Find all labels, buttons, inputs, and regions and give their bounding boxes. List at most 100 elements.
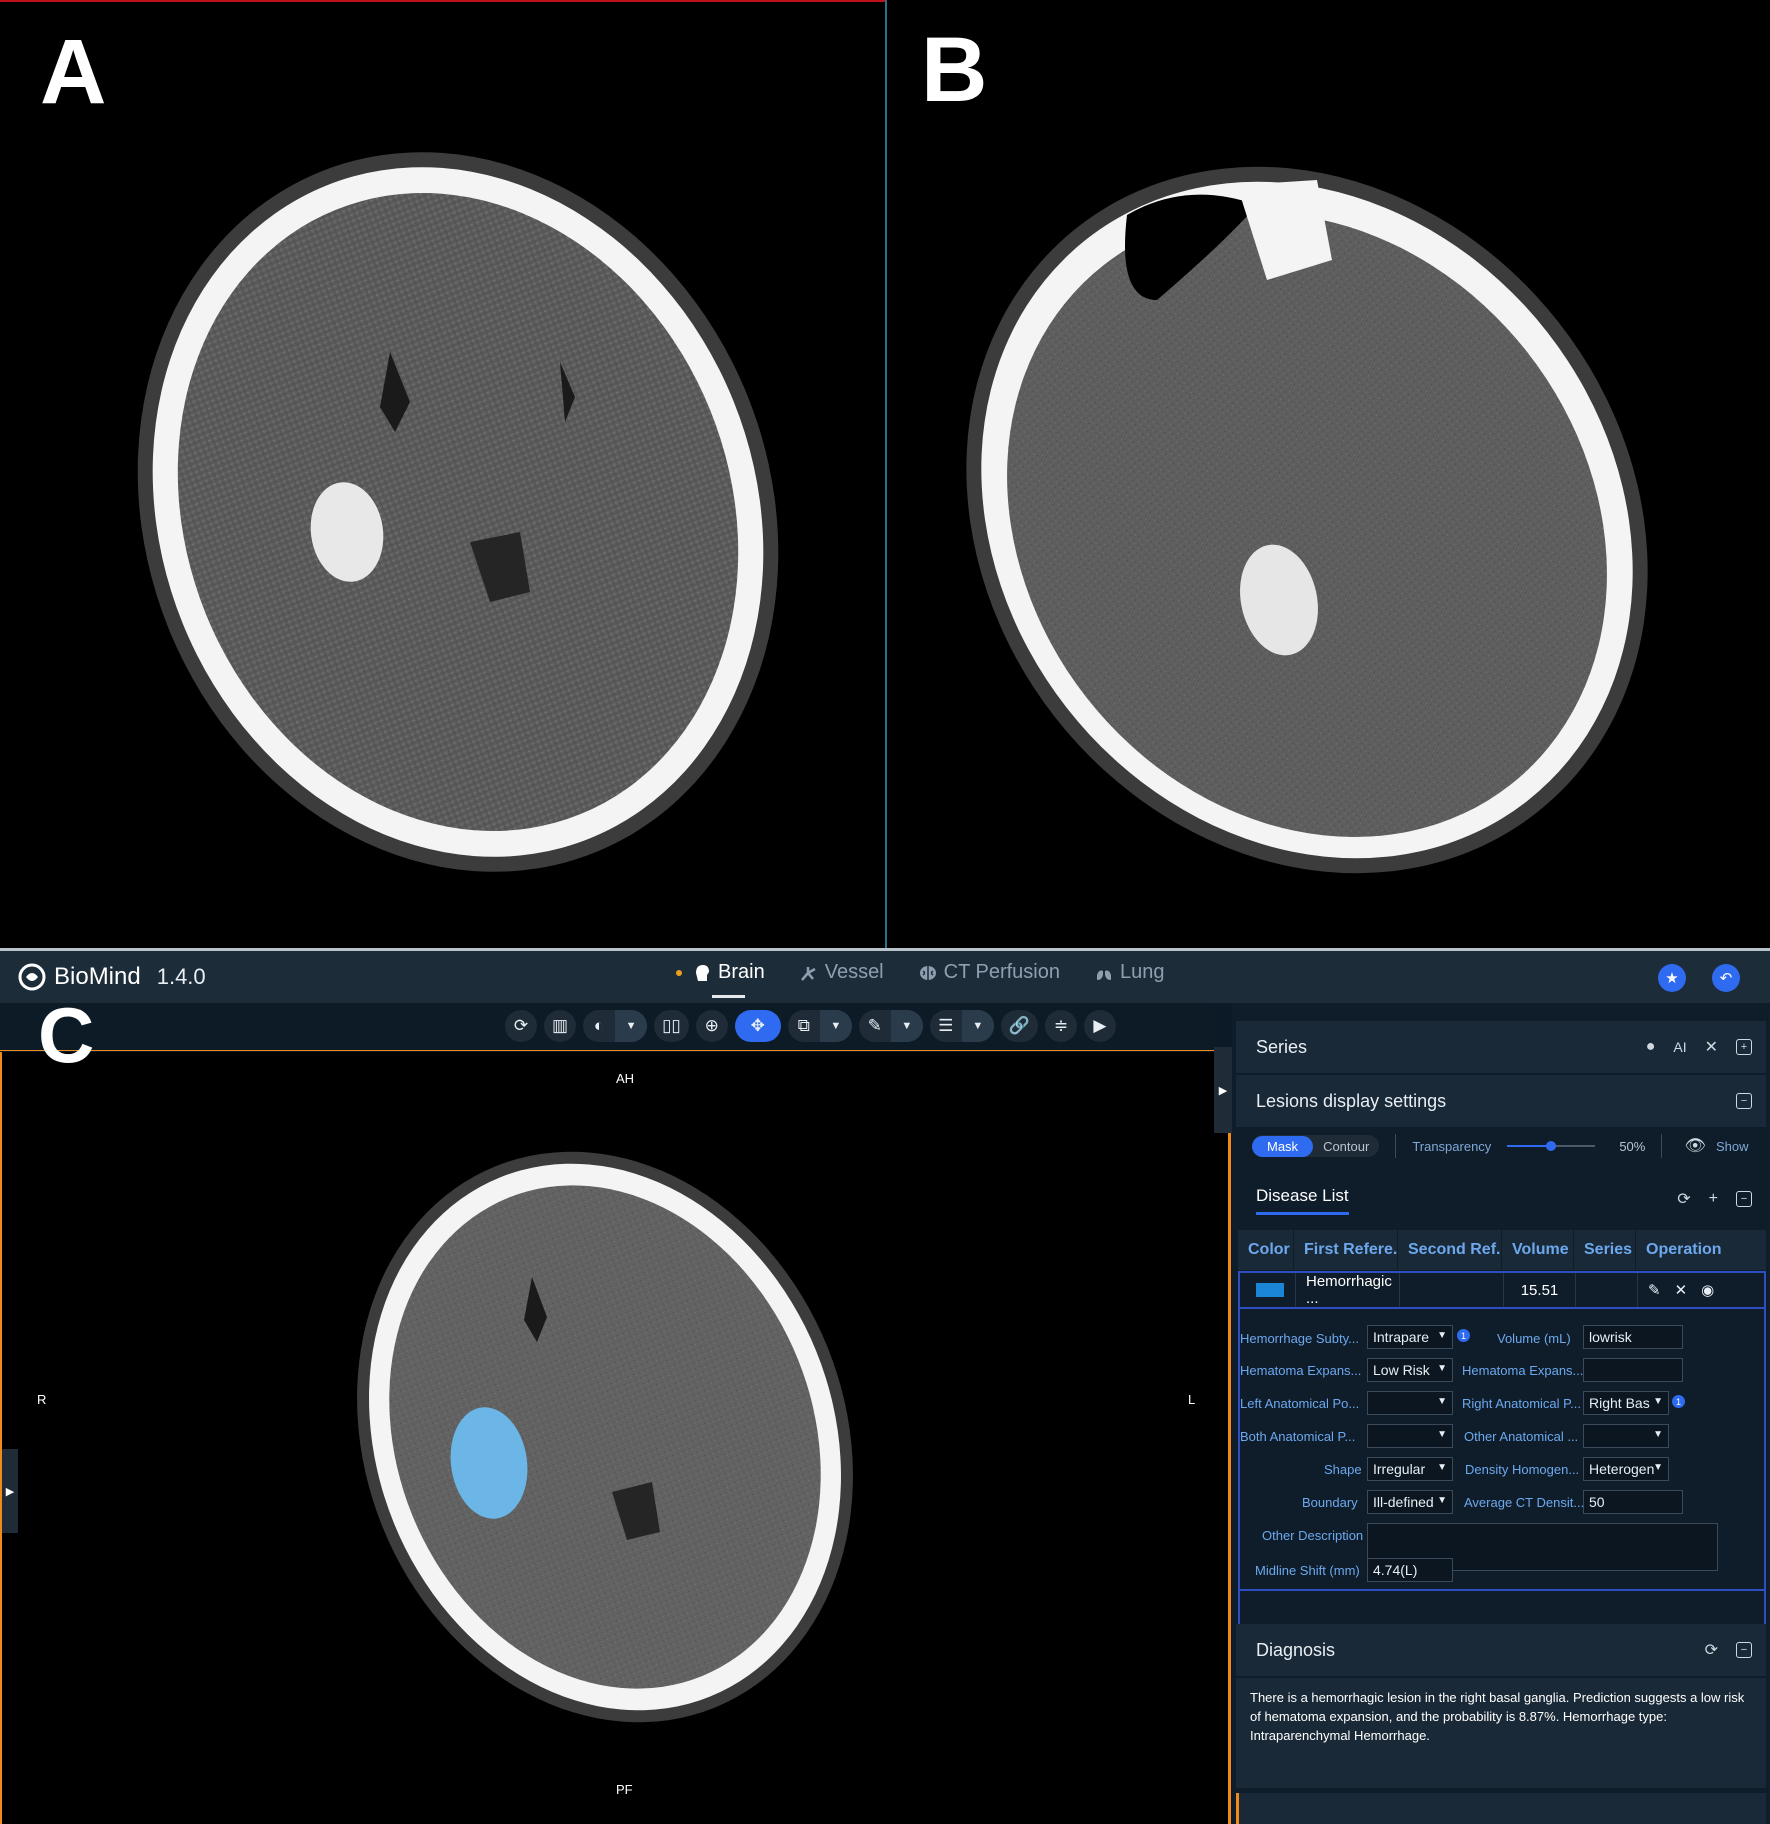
info-icon[interactable]: 1 — [1457, 1329, 1470, 1342]
collapse-icon[interactable]: − — [1736, 1642, 1752, 1658]
contour-option[interactable]: Contour — [1313, 1136, 1379, 1157]
back-button[interactable]: ↶ — [1712, 964, 1740, 992]
side-panel-toggle[interactable]: ▶ — [1214, 1047, 1232, 1133]
window-level-tool[interactable]: ◐ — [583, 1010, 615, 1042]
annotation-group: ☰ ▼ — [929, 1010, 994, 1042]
other-description-label: Other Description — [1262, 1528, 1364, 1543]
boundary-select[interactable]: Ill-defined ▼ — [1367, 1490, 1453, 1514]
image-viewer[interactable]: AH R L PF ▶ — [0, 1052, 1230, 1824]
tab-vessel[interactable]: Vessel — [799, 961, 884, 984]
add-square-icon[interactable]: + — [1736, 1039, 1752, 1055]
left-panel-toggle[interactable]: ▶ — [2, 1449, 18, 1533]
volume-cell: 15.51 — [1504, 1273, 1576, 1307]
disease-list-tab[interactable]: Disease List — [1256, 1186, 1349, 1215]
diagnosis-actions: ⟳ − — [1705, 1624, 1752, 1676]
left-anatomical-select[interactable]: ▼ — [1367, 1391, 1453, 1415]
orientation-bottom: PF — [616, 1782, 633, 1797]
mask-option[interactable]: Mask — [1252, 1135, 1314, 1157]
ct-panel-b: B — [887, 0, 1770, 948]
tab-ct-perfusion[interactable]: CT Perfusion — [918, 961, 1060, 984]
right-anatomical-select[interactable]: Right Bas ▼ — [1583, 1391, 1669, 1415]
play-tool[interactable]: ▶ — [1083, 1010, 1116, 1042]
subtype-select[interactable]: Intrapare ▼ — [1367, 1325, 1453, 1349]
eye-icon[interactable]: 👁 — [1684, 1136, 1706, 1156]
undo-arrow-icon: ↶ — [1719, 970, 1733, 987]
star-button[interactable]: ★ — [1658, 964, 1686, 992]
density-select[interactable]: Heterogen ▼ — [1583, 1457, 1669, 1481]
diagnosis-title: Diagnosis — [1256, 1639, 1336, 1660]
rotate-icon: ⧉ — [797, 1016, 810, 1035]
rotate-group: ⧉ ▼ — [787, 1010, 852, 1042]
col-series[interactable]: Series — [1574, 1230, 1636, 1270]
zoom-icon: ⊕ — [704, 1016, 719, 1035]
both-anatomical-select[interactable]: ▼ — [1367, 1424, 1453, 1448]
row-operations: ✎ ✕ ◉ — [1648, 1281, 1714, 1299]
measure-tool[interactable]: ✎ — [859, 1010, 891, 1042]
annotation-dropdown[interactable]: ▼ — [961, 1010, 994, 1042]
link-tool[interactable]: 🔗 — [1000, 1010, 1038, 1042]
right-anatomical-value: Right Bas — [1589, 1395, 1650, 1411]
tab-brain-label: Brain — [718, 961, 765, 983]
rotate-tool[interactable]: ⧉ — [788, 1010, 820, 1042]
expansion2-label: Hematoma Expans... — [1462, 1363, 1584, 1378]
other-anatomical-select[interactable]: ▼ — [1583, 1424, 1669, 1448]
info-icon[interactable]: 1 — [1672, 1395, 1685, 1408]
average-ct-input[interactable]: 50 — [1583, 1490, 1683, 1514]
col-color[interactable]: Color — [1238, 1230, 1294, 1270]
tab-lung[interactable]: Lung — [1094, 961, 1165, 984]
pan-tool[interactable]: ✥ — [734, 1010, 781, 1042]
edit-icon[interactable]: ✎ — [1648, 1281, 1661, 1299]
lightbulb-icon[interactable]: ● — [1646, 1038, 1656, 1056]
both-anatomical-label: Both Anatomical P... — [1240, 1429, 1356, 1444]
refresh-icon[interactable]: ⟳ — [1677, 1189, 1690, 1209]
active-dot-icon — [676, 969, 682, 976]
vessel-icon — [800, 966, 816, 981]
col-first-reference[interactable]: First Refere... — [1294, 1230, 1398, 1270]
tab-brain[interactable]: Brain — [676, 961, 765, 998]
table-row[interactable]: Hemorrhagic ... 15.51 ✎ ✕ ◉ — [1238, 1271, 1766, 1309]
measure-dropdown[interactable]: ▼ — [890, 1010, 923, 1042]
collapse-icon[interactable]: − — [1736, 1093, 1752, 1109]
window-level-dropdown[interactable]: ▼ — [615, 1010, 648, 1042]
close-icon[interactable]: ✕ — [1705, 1037, 1718, 1057]
col-operation[interactable]: Operation — [1636, 1230, 1766, 1270]
collapse-icon[interactable]: − — [1736, 1191, 1752, 1207]
disease-actions: ⟳ + − — [1677, 1174, 1752, 1224]
midline-input[interactable]: 4.74(L) — [1367, 1558, 1453, 1582]
slider-knob[interactable] — [1546, 1141, 1557, 1151]
reset-tool[interactable]: ⟳ — [505, 1010, 537, 1042]
orientation-left: R — [37, 1392, 47, 1407]
eye-icon[interactable]: ◉ — [1701, 1281, 1714, 1299]
delete-icon[interactable]: ✕ — [1675, 1281, 1688, 1299]
subtype-label: Hemorrhage Subty... — [1240, 1331, 1359, 1346]
annotation-tool[interactable]: ☰ — [930, 1010, 962, 1042]
average-ct-label: Average CT Densit... — [1464, 1495, 1585, 1510]
ai-button[interactable]: AI — [1673, 1039, 1686, 1055]
caret-down-icon: ▼ — [1653, 1462, 1663, 1473]
col-second-reference[interactable]: Second Ref... — [1398, 1230, 1502, 1270]
expansion-select[interactable]: Low Risk ▼ — [1367, 1358, 1453, 1382]
caret-down-icon: ▼ — [1653, 1429, 1663, 1440]
tab-vessel-label: Vessel — [824, 961, 884, 983]
ct-scan-b — [966, 166, 1648, 874]
lesion-detail-form: Hemorrhage Subty... Intrapare ▼ 1 Volume … — [1238, 1309, 1766, 1591]
orientation-top: AH — [616, 1071, 635, 1086]
add-icon[interactable]: + — [1709, 1190, 1718, 1208]
zoom-tool[interactable]: ⊕ — [695, 1010, 728, 1042]
mode-tabs: Brain Vessel CT Perfusion Lung — [676, 961, 1165, 998]
volume-input[interactable]: lowrisk — [1583, 1325, 1683, 1349]
expansion-label: Hematoma Expans... — [1240, 1363, 1362, 1378]
refresh-icon: ⟳ — [513, 1016, 529, 1035]
show-label[interactable]: Show — [1716, 1139, 1749, 1154]
shape-select[interactable]: Irregular ▼ — [1367, 1457, 1453, 1481]
scroll-tool[interactable]: ≑ — [1044, 1010, 1077, 1042]
transparency-slider[interactable] — [1507, 1141, 1596, 1151]
refresh-icon[interactable]: ⟳ — [1705, 1640, 1718, 1660]
expansion2-input[interactable] — [1583, 1358, 1683, 1382]
col-volume[interactable]: Volume — [1502, 1230, 1574, 1270]
compare-tool[interactable]: ▯▯ — [654, 1010, 689, 1042]
rotate-dropdown[interactable]: ▼ — [819, 1010, 852, 1042]
diagnosis-text: There is a hemorrhagic lesion in the rig… — [1236, 1678, 1766, 1788]
lesions-display-title: Lesions display settings — [1256, 1090, 1447, 1111]
layout-tool[interactable]: ▥ — [544, 1010, 577, 1042]
